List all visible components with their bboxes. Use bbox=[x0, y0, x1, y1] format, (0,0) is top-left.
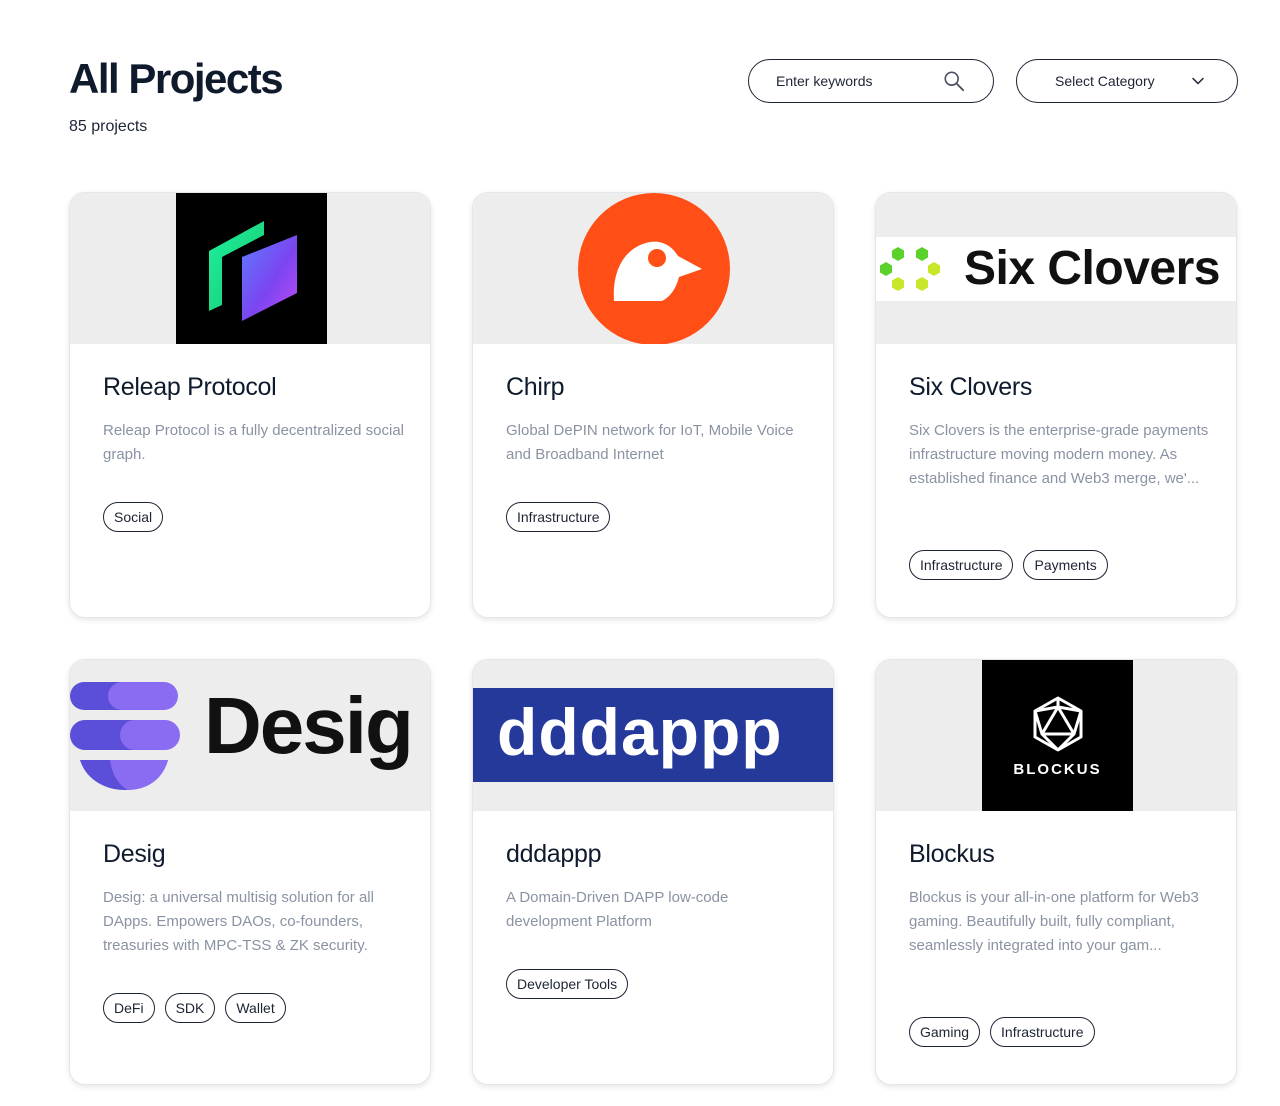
six-clovers-logo-text: Six Clovers bbox=[964, 242, 1220, 295]
project-tags: Developer Tools bbox=[506, 969, 629, 999]
project-description: Releap Protocol is a fully decentralized… bbox=[103, 422, 404, 463]
search-input[interactable] bbox=[776, 73, 943, 89]
project-card-dddappp[interactable]: dddappp dddappp A Domain-Driven DAPP low… bbox=[472, 659, 834, 1085]
project-tag[interactable]: DeFi bbox=[103, 993, 155, 1023]
blockus-logo: BLOCKUS bbox=[982, 660, 1133, 811]
project-tag[interactable]: Infrastructure bbox=[990, 1017, 1095, 1047]
blockus-d20-icon bbox=[1033, 696, 1083, 752]
category-select[interactable]: Select Category bbox=[1016, 59, 1238, 103]
project-tags: Social bbox=[103, 502, 164, 532]
project-card-six-clovers[interactable]: Six Clovers Six Clovers Six Clovers is t… bbox=[875, 192, 1237, 618]
project-description: Desig: a universal multisig solution for… bbox=[103, 889, 374, 954]
project-title[interactable]: Chirp bbox=[506, 373, 565, 402]
project-description: Six Clovers is the enterprise-grade paym… bbox=[909, 422, 1209, 487]
project-tag[interactable]: Infrastructure bbox=[506, 502, 611, 532]
project-description: A Domain-Driven DAPP low-code developmen… bbox=[506, 889, 729, 930]
chevron-down-icon bbox=[1192, 77, 1204, 85]
project-tag[interactable]: Wallet bbox=[225, 993, 286, 1023]
project-card-releap-protocol[interactable]: Releap Protocol Releap Protocol is a ful… bbox=[69, 192, 431, 618]
project-description: Global DePIN network for IoT, Mobile Voi… bbox=[506, 422, 794, 463]
project-logo-area: Desig bbox=[70, 660, 430, 811]
search-box[interactable] bbox=[748, 59, 994, 103]
project-card-desig[interactable]: Desig Desig Desig: a universal multisig … bbox=[69, 659, 431, 1085]
page-title: All Projects bbox=[69, 55, 284, 102]
project-tag[interactable]: Social bbox=[103, 502, 164, 532]
project-title[interactable]: Blockus bbox=[909, 840, 995, 869]
project-title[interactable]: Releap Protocol bbox=[103, 373, 277, 402]
chirp-bird-logo bbox=[578, 193, 730, 344]
project-tags: DeFi SDK Wallet bbox=[103, 993, 286, 1023]
search-icon[interactable] bbox=[943, 70, 965, 92]
blockus-logo-text: BLOCKUS bbox=[1013, 761, 1102, 778]
project-logo-area bbox=[70, 193, 430, 344]
project-logo-area: Six Clovers bbox=[876, 193, 1236, 344]
desig-stack-icon bbox=[70, 682, 180, 790]
project-tag[interactable]: Developer Tools bbox=[506, 969, 629, 999]
project-logo-area bbox=[473, 193, 833, 344]
project-tag[interactable]: Payments bbox=[1023, 550, 1108, 580]
project-card-blockus[interactable]: BLOCKUS Blockus Blockus is your all-in-o… bbox=[875, 659, 1237, 1085]
dddappp-logo: dddappp bbox=[473, 688, 833, 782]
project-logo-area: dddappp bbox=[473, 660, 833, 811]
project-description: Blockus is your all-in-one platform for … bbox=[909, 889, 1199, 954]
project-tags: Infrastructure bbox=[506, 502, 611, 532]
releap-logo bbox=[176, 193, 327, 344]
project-tags: Infrastructure Payments bbox=[909, 550, 1108, 580]
project-title[interactable]: Desig bbox=[103, 840, 166, 869]
project-tag[interactable]: Infrastructure bbox=[909, 550, 1014, 580]
clover-hexagons-icon bbox=[880, 247, 940, 291]
project-tags: Gaming Infrastructure bbox=[909, 1017, 1095, 1047]
six-clovers-logo: Six Clovers bbox=[876, 237, 1236, 301]
project-title[interactable]: Six Clovers bbox=[909, 373, 1032, 402]
project-count: 85 projects bbox=[69, 118, 148, 135]
dddappp-logo-text: dddappp bbox=[497, 695, 783, 769]
project-card-chirp[interactable]: Chirp Global DePIN network for IoT, Mobi… bbox=[472, 192, 834, 618]
project-tag[interactable]: SDK bbox=[164, 993, 216, 1023]
project-logo-area: BLOCKUS bbox=[876, 660, 1236, 811]
desig-logo-text: Desig bbox=[204, 681, 414, 770]
project-title[interactable]: dddappp bbox=[506, 840, 602, 869]
category-select-label: Select Category bbox=[1055, 73, 1155, 89]
project-tag[interactable]: Gaming bbox=[909, 1017, 981, 1047]
